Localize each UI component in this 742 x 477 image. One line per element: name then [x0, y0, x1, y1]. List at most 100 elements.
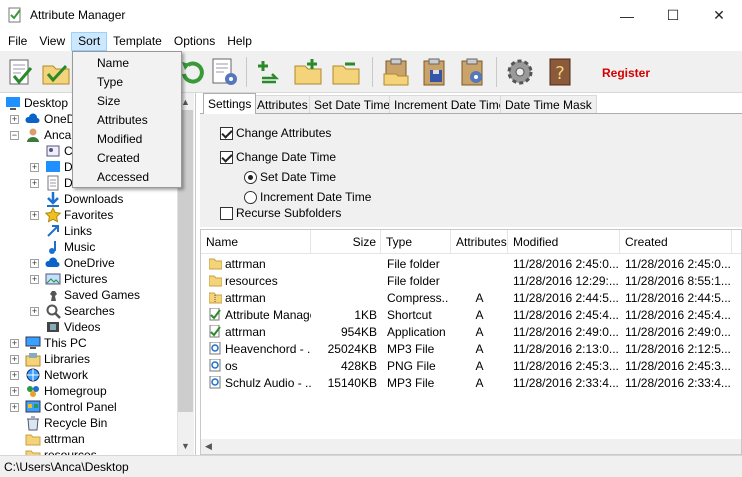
tab-attributes[interactable]: Attributes: [252, 95, 313, 113]
menu-view[interactable]: View: [33, 32, 71, 51]
sort-by-attributes[interactable]: Attributes: [97, 113, 148, 127]
list-horizontal-scrollbar[interactable]: ◀: [201, 439, 741, 454]
scroll-down-icon[interactable]: ▼: [181, 441, 190, 451]
table-row[interactable]: os 428KB PNG File A 11/28/2016 2:45:3...…: [201, 357, 741, 374]
tree-item-label: OneD: [44, 112, 76, 126]
expand-toggle[interactable]: +: [10, 387, 19, 396]
tree-item-pictures[interactable]: Pictures: [45, 271, 107, 287]
tree-item-documents[interactable]: D: [45, 175, 73, 191]
clipboard-open-icon[interactable]: [380, 56, 412, 88]
clipboard-save-icon[interactable]: [418, 56, 450, 88]
tree-item-recycle-bin[interactable]: Recycle Bin: [25, 415, 107, 431]
check-folder-icon[interactable]: [40, 56, 72, 88]
scroll-left-icon[interactable]: ◀: [205, 441, 212, 452]
set-date-time-radio[interactable]: Set Date Time: [244, 170, 336, 184]
expand-toggle[interactable]: +: [10, 403, 19, 412]
help-book-icon[interactable]: ?: [544, 56, 576, 88]
tree-item-attrman[interactable]: attrman: [25, 431, 85, 447]
sort-by-name[interactable]: Name: [97, 56, 129, 70]
scroll-up-icon[interactable]: ▲: [181, 97, 190, 107]
tree-item-homegroup[interactable]: Homegroup: [25, 383, 107, 399]
menu-sort[interactable]: Sort: [71, 31, 108, 51]
expand-toggle[interactable]: +: [30, 275, 39, 284]
tab-settings[interactable]: Settings: [203, 93, 257, 114]
check-document-icon[interactable]: [4, 56, 36, 88]
tree-item-resources[interactable]: resources: [25, 447, 97, 455]
table-row[interactable]: Schulz Audio - ... 15140KB MP3 File A 11…: [201, 374, 741, 391]
menu-template[interactable]: Template: [107, 32, 168, 51]
tree-item-onedrive[interactable]: OneD: [25, 111, 75, 127]
sort-by-size[interactable]: Size: [97, 94, 120, 108]
expand-toggle[interactable]: +: [30, 259, 39, 268]
table-row[interactable]: Heavenchord - ... 25024KB MP3 File A 11/…: [201, 340, 741, 357]
sort-by-type[interactable]: Type: [97, 75, 123, 89]
tab-date-time-mask[interactable]: Date Time Mask: [500, 95, 597, 113]
tree-item-music[interactable]: Music: [45, 239, 95, 255]
tree-item-favorites[interactable]: Favorites: [45, 207, 113, 223]
menu-help[interactable]: Help: [221, 32, 258, 51]
tree-item-searches[interactable]: Searches: [45, 303, 115, 319]
tree-item-label: Homegroup: [44, 384, 107, 398]
add-folder-icon[interactable]: [292, 56, 324, 88]
file-type: File folder: [387, 256, 440, 271]
table-row[interactable]: resources File folder 11/28/2016 12:29:.…: [201, 272, 741, 289]
expand-toggle[interactable]: +: [10, 371, 19, 380]
tree-item-desktop[interactable]: Desktop: [5, 95, 68, 111]
menu-options[interactable]: Options: [168, 32, 221, 51]
expand-toggle[interactable]: +: [10, 339, 19, 348]
expand-toggle[interactable]: +: [10, 355, 19, 364]
expand-toggle[interactable]: +: [30, 307, 39, 316]
table-row[interactable]: attrman File folder 11/28/2016 2:45:0...…: [201, 255, 741, 272]
change-attributes-checkbox[interactable]: Change Attributes: [220, 126, 331, 140]
tree-item-anca[interactable]: Anca: [25, 127, 71, 143]
tree-item-label: Music: [64, 240, 96, 254]
tree-item-saved-games[interactable]: Saved Games: [45, 287, 140, 303]
change-date-time-checkbox[interactable]: Change Date Time: [220, 150, 336, 164]
recurse-subfolders-checkbox[interactable]: Recurse Subfolders: [220, 206, 341, 220]
tab-increment-date-time[interactable]: Increment Date Time: [389, 95, 511, 113]
maximize-button[interactable]: ☐: [650, 0, 696, 31]
minimize-button[interactable]: —: [604, 0, 650, 31]
sort-by-modified[interactable]: Modified: [97, 132, 142, 146]
tree-item-links[interactable]: Links: [45, 223, 92, 239]
column-header-type[interactable]: Type: [381, 230, 451, 254]
column-header-created[interactable]: Created: [620, 230, 732, 254]
close-button[interactable]: ✕: [696, 0, 742, 31]
table-row[interactable]: attrman Compress... A 11/28/2016 2:44:5.…: [201, 289, 741, 306]
expand-toggle[interactable]: −: [10, 131, 19, 140]
gear-icon[interactable]: [504, 56, 536, 88]
tree-item-this-pc[interactable]: This PC: [25, 335, 87, 351]
add-exchange-icon[interactable]: [254, 56, 286, 88]
tree-item-onedrive-user[interactable]: OneDrive: [45, 255, 115, 271]
expand-toggle[interactable]: +: [30, 211, 39, 220]
column-header-name[interactable]: Name: [201, 230, 311, 254]
tree-item-videos[interactable]: Videos: [45, 319, 100, 335]
table-row[interactable]: attrman 954KB Application A 11/28/2016 2…: [201, 323, 741, 340]
sort-by-accessed[interactable]: Accessed: [97, 170, 149, 184]
menu-bar: File View Sort Template Options Help: [0, 31, 742, 51]
tree-item-network[interactable]: Network: [25, 367, 88, 383]
checkbox-box: [220, 150, 233, 164]
tree-item-contacts[interactable]: C: [45, 143, 73, 159]
clipboard-settings-icon[interactable]: [456, 56, 488, 88]
remove-folder-icon[interactable]: [330, 56, 362, 88]
contacts-icon: [46, 145, 60, 157]
tab-set-date-time[interactable]: Set Date Time: [309, 95, 396, 113]
menu-file[interactable]: File: [2, 32, 33, 51]
tree-item-control-panel[interactable]: Control Panel: [25, 399, 117, 415]
expand-toggle[interactable]: +: [30, 179, 39, 188]
column-header-modified[interactable]: Modified: [508, 230, 620, 254]
document-settings-icon[interactable]: [208, 56, 240, 88]
expand-toggle[interactable]: +: [10, 115, 19, 124]
increment-date-time-radio[interactable]: Increment Date Time: [244, 190, 371, 204]
sort-by-created[interactable]: Created: [97, 151, 140, 165]
tree-item-desktop-folder[interactable]: D: [45, 159, 73, 175]
table-row[interactable]: Attribute Manager 1KB Shortcut A 11/28/2…: [201, 306, 741, 323]
expand-toggle[interactable]: +: [30, 163, 39, 172]
tree-item-libraries[interactable]: Libraries: [25, 351, 90, 367]
file-size: 428KB: [340, 358, 377, 373]
register-button[interactable]: Register: [602, 66, 650, 80]
column-header-attributes[interactable]: Attributes: [451, 230, 508, 254]
column-header-size[interactable]: Size: [311, 230, 381, 254]
tree-item-downloads[interactable]: Downloads: [45, 191, 123, 207]
